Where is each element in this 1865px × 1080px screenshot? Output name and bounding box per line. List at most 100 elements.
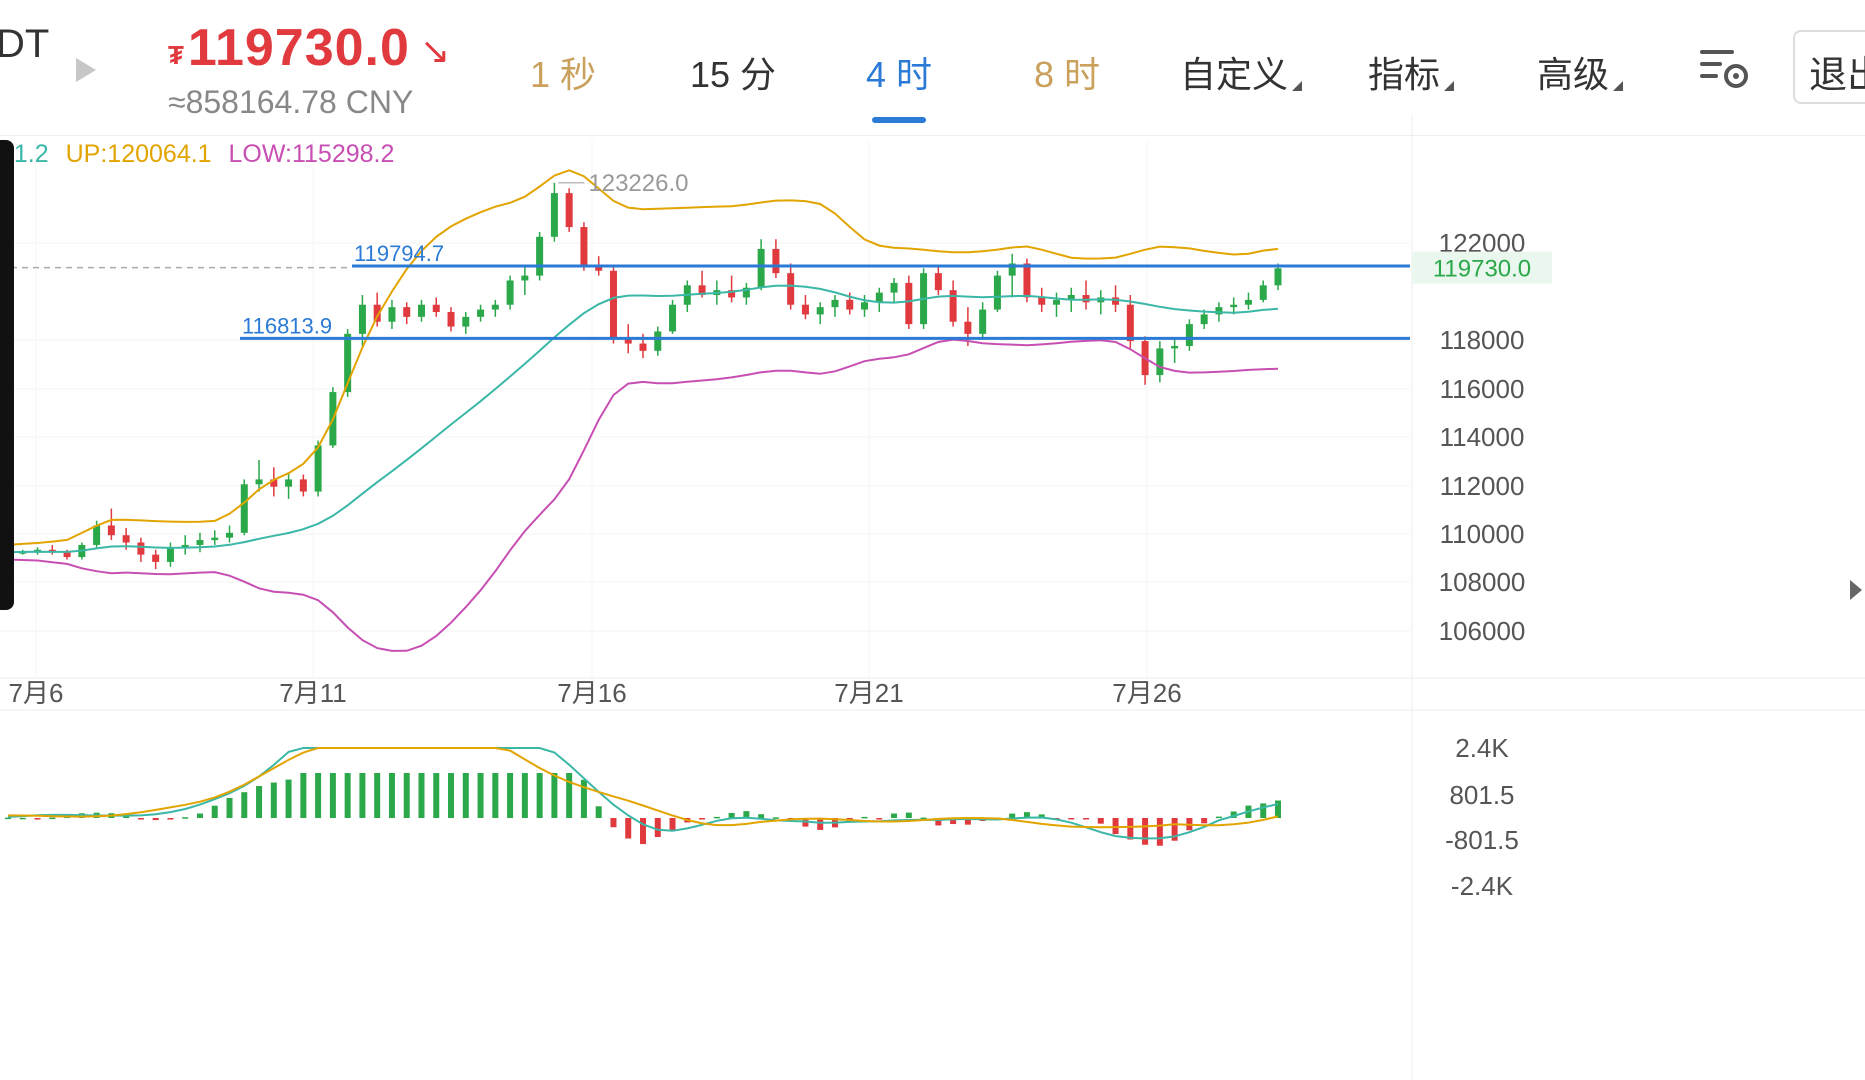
candle-body — [787, 273, 795, 305]
candle-body — [122, 535, 130, 543]
candle-body — [639, 343, 647, 351]
candle-body — [137, 542, 145, 555]
candle-body — [432, 304, 440, 313]
candle-body — [521, 275, 529, 281]
macd-bar — [536, 773, 543, 818]
macd-bar — [137, 818, 144, 820]
candle — [477, 304, 485, 322]
candle-body — [166, 547, 174, 562]
candle-body — [861, 302, 869, 310]
boll-low-value: LOW:115298.2 — [228, 140, 395, 168]
candle — [1112, 285, 1120, 313]
candle-body — [93, 525, 101, 545]
macd-bar — [329, 773, 336, 818]
macd-bar — [477, 773, 484, 818]
candle-body — [772, 248, 780, 274]
candle — [403, 302, 411, 325]
macd-bar — [167, 818, 174, 820]
candle-body — [1023, 263, 1031, 298]
macd-bar — [521, 773, 528, 818]
macd-bar — [1275, 800, 1281, 818]
candle — [1244, 292, 1252, 310]
macd-bar — [861, 816, 868, 819]
y-tick-label: 118000 — [1440, 325, 1525, 355]
macd-bar — [669, 818, 676, 831]
macd-tick-label: -2.4K — [1451, 871, 1514, 901]
candle-body — [388, 307, 396, 322]
candle — [875, 287, 883, 313]
candle-body — [403, 307, 411, 317]
macd-bar — [448, 773, 455, 818]
candle — [107, 508, 115, 541]
candle — [226, 525, 234, 543]
macd-bar — [595, 806, 602, 818]
macd-bar — [699, 818, 706, 820]
macd-bar — [315, 773, 322, 818]
macd-bar — [1009, 813, 1016, 818]
macd-bar — [492, 773, 499, 818]
peak-label: 123226.0 — [588, 170, 688, 197]
candle — [299, 474, 307, 497]
macd-bar — [182, 817, 189, 819]
candle — [949, 280, 957, 327]
candle — [580, 222, 588, 271]
candle-body — [107, 525, 115, 536]
candle-body — [875, 292, 883, 303]
candle — [462, 312, 470, 334]
candle-body — [654, 331, 662, 351]
candle — [1171, 338, 1179, 363]
candle — [388, 299, 396, 329]
boll-legend: 31.2 UP:120064.1 LOW:115298.2 — [0, 140, 394, 169]
macd-bar — [5, 817, 11, 820]
macd-bar — [654, 818, 661, 838]
candle-body — [462, 316, 470, 327]
macd-bar — [1260, 803, 1267, 818]
level-label: 119794.7 — [354, 241, 444, 266]
candle-body — [846, 299, 854, 310]
candle-body — [1171, 345, 1179, 349]
candle — [772, 239, 780, 279]
candle-body — [536, 236, 544, 276]
candle — [1038, 287, 1046, 313]
macd-tick-label: 2.4K — [1455, 733, 1509, 763]
candle — [742, 282, 750, 305]
macd-bar — [566, 773, 573, 818]
candle — [137, 537, 145, 562]
x-tick-label: 7月16 — [557, 678, 626, 708]
macd-bar — [256, 786, 263, 818]
candle — [609, 265, 617, 344]
candle — [831, 295, 839, 317]
macd-bar — [226, 797, 233, 818]
candle — [550, 182, 558, 242]
candle-body — [240, 484, 248, 533]
expand-right-icon[interactable] — [1850, 580, 1862, 600]
candle — [521, 265, 529, 296]
macd-bar — [905, 812, 912, 818]
candle — [166, 542, 174, 567]
macd-bar — [1068, 818, 1075, 820]
candle-body — [979, 309, 987, 334]
macd-bar — [344, 773, 351, 818]
macd-bar — [49, 817, 56, 820]
level-label: 116813.9 — [242, 313, 332, 338]
candle — [240, 479, 248, 536]
macd-bar — [418, 773, 425, 818]
candle — [196, 532, 204, 553]
boll-lower-line — [7, 338, 1279, 652]
macd-bar — [300, 773, 307, 818]
macd-bar — [152, 818, 159, 821]
macd-bar — [876, 818, 883, 820]
candle — [890, 278, 898, 303]
side-panel-handle[interactable] — [0, 140, 14, 610]
macd-bar — [270, 782, 277, 818]
candle — [417, 299, 425, 322]
candle — [1008, 253, 1016, 298]
candle-body — [1082, 295, 1090, 303]
candle — [1126, 295, 1134, 349]
candle — [1052, 292, 1060, 317]
macd-bar — [713, 816, 720, 819]
candle-body — [905, 282, 913, 325]
macd-bar — [285, 779, 292, 818]
candle-body — [757, 248, 765, 288]
macd-bar — [891, 813, 898, 818]
